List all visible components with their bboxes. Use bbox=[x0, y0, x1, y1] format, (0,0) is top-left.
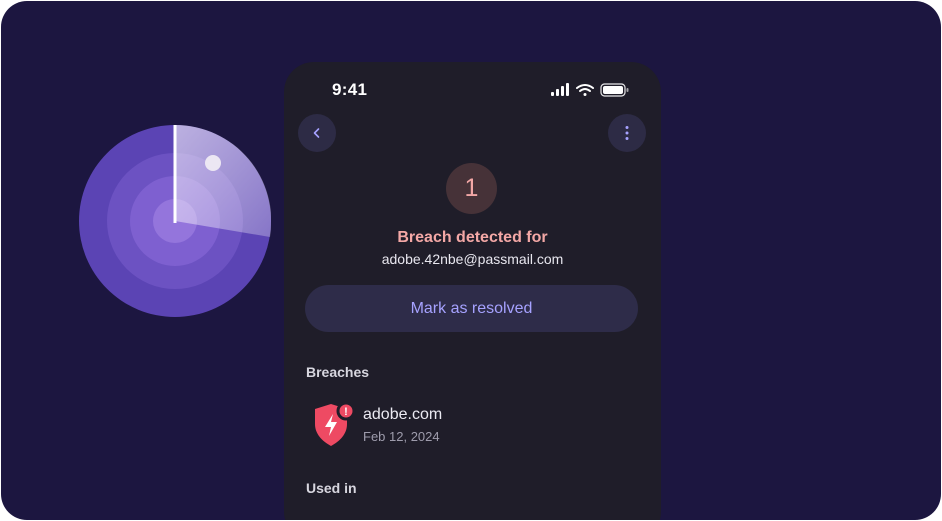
breach-count-badge: 1 bbox=[446, 163, 497, 214]
radar-blip bbox=[205, 155, 221, 171]
battery-icon bbox=[600, 83, 629, 97]
breach-date: Feb 12, 2024 bbox=[363, 429, 440, 444]
chevron-left-icon bbox=[313, 128, 320, 138]
breach-list-item[interactable]: ! adobe.com Feb 12, 2024 bbox=[306, 400, 636, 450]
breach-domain: adobe.com bbox=[363, 406, 443, 423]
back-button[interactable] bbox=[298, 114, 336, 152]
mark-as-resolved-button[interactable]: Mark as resolved bbox=[305, 285, 638, 332]
alert-badge: ! bbox=[344, 406, 348, 418]
app-canvas: 9:41 1 Breach detected for adobe.42nbe@p… bbox=[1, 1, 941, 520]
status-icons bbox=[551, 83, 629, 97]
breach-title: Breach detected for bbox=[397, 229, 548, 246]
signal-icon bbox=[551, 83, 569, 96]
more-options-button[interactable] bbox=[608, 114, 646, 152]
radar-scan-graphic bbox=[79, 125, 271, 317]
status-time: 9:41 bbox=[332, 80, 368, 99]
shield-alert-icon: ! bbox=[315, 402, 356, 446]
breach-email: adobe.42nbe@passmail.com bbox=[381, 251, 564, 267]
wifi-icon bbox=[576, 84, 594, 96]
phone-screen: 9:41 1 Breach detected for adobe.42nbe@p… bbox=[284, 62, 661, 520]
breaches-heading: Breaches bbox=[306, 364, 370, 380]
used-in-heading: Used in bbox=[306, 480, 357, 496]
more-vertical-icon bbox=[625, 126, 629, 140]
